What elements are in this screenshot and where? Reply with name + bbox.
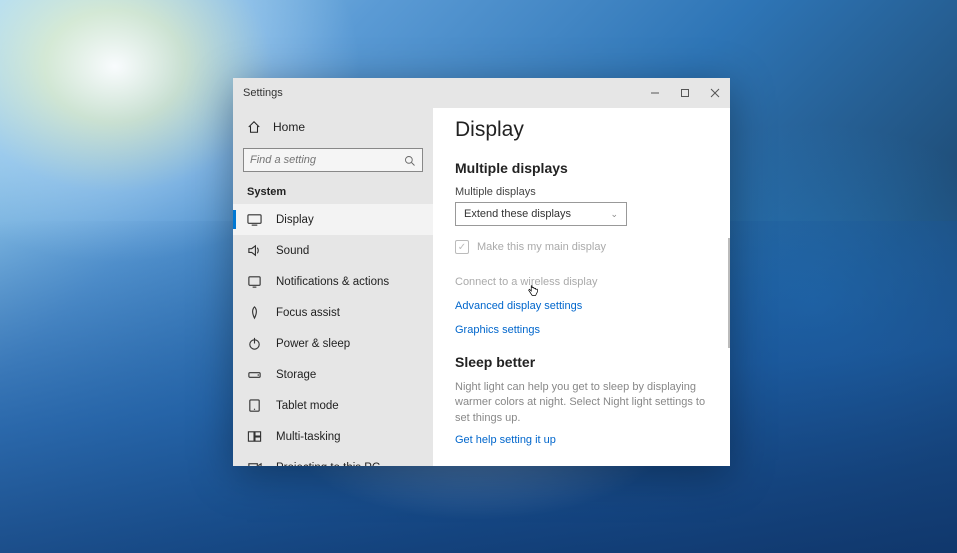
section-heading-multiple-displays: Multiple displays: [455, 160, 708, 176]
chevron-down-icon: ⌄: [610, 209, 618, 220]
page-title: Display: [455, 118, 708, 142]
power-icon: [247, 336, 262, 351]
sidebar-item-multitasking[interactable]: Multi-tasking: [233, 421, 433, 452]
link-graphics-settings[interactable]: Graphics settings: [455, 324, 708, 336]
sidebar-item-storage[interactable]: Storage: [233, 359, 433, 390]
sidebar: Home System Display Sound: [233, 108, 433, 466]
search-icon: [404, 154, 416, 166]
focus-icon: [247, 305, 262, 320]
section-question: Do you have a question? Get help: [455, 464, 708, 466]
search-input[interactable]: [250, 154, 404, 166]
sidebar-item-label: Tablet mode: [276, 400, 339, 412]
project-icon: [247, 460, 262, 466]
sidebar-item-display[interactable]: Display: [233, 204, 433, 235]
sidebar-home-label: Home: [273, 120, 305, 134]
section-heading-sleep-better: Sleep better: [455, 354, 708, 370]
sidebar-item-projecting[interactable]: Projecting to this PC: [233, 452, 433, 466]
search-box[interactable]: [243, 148, 423, 172]
field-label-multiple-displays: Multiple displays: [455, 186, 708, 198]
storage-icon: [247, 367, 262, 382]
section-sleep-better: Sleep better Night light can help you ge…: [455, 354, 708, 446]
minimize-button[interactable]: [640, 78, 670, 108]
maximize-button[interactable]: [670, 78, 700, 108]
sidebar-item-tablet[interactable]: Tablet mode: [233, 390, 433, 421]
sidebar-item-label: Storage: [276, 369, 316, 381]
settings-window: Settings Home: [233, 78, 730, 466]
sidebar-item-label: Focus assist: [276, 307, 340, 319]
link-advanced-display[interactable]: Advanced display settings: [455, 300, 708, 312]
sidebar-item-label: Multi-tasking: [276, 431, 341, 443]
sidebar-item-label: Sound: [276, 245, 309, 257]
multitask-icon: [247, 429, 262, 444]
window-titlebar[interactable]: Settings: [233, 78, 730, 108]
tablet-icon: [247, 398, 262, 413]
window-controls: [640, 78, 730, 108]
link-connect-wireless[interactable]: Connect to a wireless display: [455, 276, 708, 288]
dropdown-value: Extend these displays: [464, 208, 571, 220]
main-panel: Display Multiple displays Multiple displ…: [433, 108, 730, 466]
sidebar-item-focus[interactable]: Focus assist: [233, 297, 433, 328]
display-icon: [247, 212, 262, 227]
sidebar-category: System: [233, 180, 433, 204]
sidebar-item-power[interactable]: Power & sleep: [233, 328, 433, 359]
section-multiple-displays: Multiple displays Multiple displays Exte…: [455, 160, 708, 336]
link-sleep-help[interactable]: Get help setting it up: [455, 434, 708, 446]
dropdown-multiple-displays[interactable]: Extend these displays ⌄: [455, 202, 627, 226]
close-button[interactable]: [700, 78, 730, 108]
sidebar-item-label: Projecting to this PC: [276, 462, 380, 467]
sidebar-item-notifications[interactable]: Notifications & actions: [233, 266, 433, 297]
sidebar-item-label: Notifications & actions: [276, 276, 389, 288]
sleep-better-description: Night light can help you get to sleep by…: [455, 380, 708, 426]
checkbox-main-display-box[interactable]: ✓: [455, 240, 469, 254]
cursor-hand-icon: [526, 283, 540, 299]
sidebar-item-label: Power & sleep: [276, 338, 350, 350]
sidebar-item-sound[interactable]: Sound: [233, 235, 433, 266]
window-content: Home System Display Sound: [233, 108, 730, 466]
sidebar-item-label: Display: [276, 214, 314, 226]
notifications-icon: [247, 274, 262, 289]
scrollbar[interactable]: [728, 238, 730, 348]
sound-icon: [247, 243, 262, 258]
checkbox-main-display: ✓ Make this my main display: [455, 240, 708, 254]
sidebar-home[interactable]: Home: [233, 112, 433, 142]
section-heading-question: Do you have a question?: [455, 464, 708, 466]
home-icon: [247, 120, 261, 134]
checkbox-label: Make this my main display: [477, 241, 606, 253]
window-title: Settings: [233, 87, 283, 99]
